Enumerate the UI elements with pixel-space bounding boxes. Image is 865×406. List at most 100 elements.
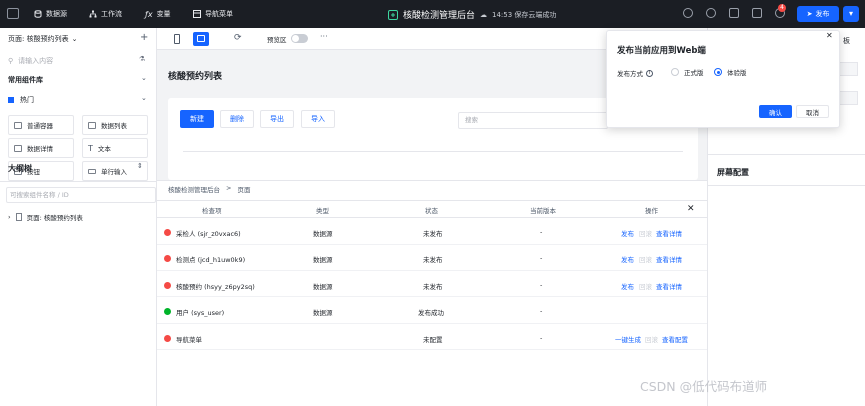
error-icon xyxy=(164,335,171,342)
chevron-down-icon[interactable]: ⌄ xyxy=(141,94,147,102)
view-detail-link[interactable]: 查看详情 xyxy=(656,281,682,291)
view-detail-link[interactable]: 查看详情 xyxy=(656,228,682,238)
menu-workflow[interactable]: 工作流 xyxy=(89,9,122,19)
save-icon[interactable] xyxy=(729,8,739,18)
chevron-down-icon[interactable]: ⌄ xyxy=(141,74,147,82)
row-status: 未发布 xyxy=(423,230,443,238)
toggle-knob xyxy=(292,35,299,42)
expand-collapse-icon[interactable]: ⇕ xyxy=(137,162,143,170)
row-name: 导航菜单 xyxy=(176,336,202,344)
hot-category[interactable]: 热门 xyxy=(8,95,34,105)
component-text[interactable]: T 文本 xyxy=(82,138,148,158)
menu-navigation[interactable]: 导航菜单 xyxy=(193,9,233,19)
breadcrumb-separator: > xyxy=(226,184,232,192)
preview-area-label: 预览区 xyxy=(267,36,287,44)
tree-item-page[interactable]: › 页面: 核酸预约列表 xyxy=(8,212,83,222)
filter-icon[interactable]: ⚗ xyxy=(139,55,145,63)
view-config-link[interactable]: 查看配置 xyxy=(662,334,688,344)
page-title: 核酸预约列表 xyxy=(168,72,223,82)
cloud-saved-icon: ☁ xyxy=(480,10,488,19)
page-selector[interactable]: 页面: 核酸预约列表 ⌄ xyxy=(8,34,77,44)
radio-trial[interactable]: 体验版 xyxy=(714,67,747,77)
header-version: 当前版本 xyxy=(530,207,556,215)
row-type: 数据源 xyxy=(313,256,333,264)
radio-official[interactable]: 正式版 xyxy=(671,67,704,77)
more-icon[interactable]: ··· xyxy=(320,32,328,41)
component-label: 文本 xyxy=(97,145,111,153)
component-label: 普通容器 xyxy=(27,122,53,130)
send-icon: ➤ xyxy=(806,10,813,18)
component-data-list[interactable]: 数据列表 xyxy=(82,115,148,135)
import-button[interactable]: 导入 xyxy=(301,110,335,128)
auto-generate-link[interactable]: 一键生成 xyxy=(615,334,641,344)
header-actions: 操作 xyxy=(645,207,658,215)
hot-category-label: 热门 xyxy=(20,96,34,104)
outline-tree-title: 大纲树 xyxy=(8,164,32,173)
publish-link[interactable]: 发布 xyxy=(621,281,634,291)
app-logo-icon[interactable] xyxy=(7,8,19,19)
radio-trial-label: 体验版 xyxy=(727,69,747,77)
close-icon[interactable]: ✕ xyxy=(826,31,833,40)
publish-link[interactable]: 发布 xyxy=(621,254,634,264)
component-search[interactable]: ⚲ 请输入内容 ⚗ xyxy=(8,54,148,68)
detail-icon xyxy=(14,144,22,152)
menu-variable[interactable]: ƒx 变量 xyxy=(145,9,171,19)
table-header-hint xyxy=(183,151,683,157)
header-check-item: 检查项 xyxy=(202,207,222,215)
rollback-link[interactable]: 回滚 xyxy=(639,254,652,264)
chevron-down-icon: ⌄ xyxy=(71,35,78,43)
row-version: - xyxy=(540,254,543,262)
help-icon[interactable] xyxy=(683,8,693,18)
row-name: 核酸预约 (hsyy_z6py2sq) xyxy=(176,283,255,291)
cancel-button[interactable]: 取消 xyxy=(796,105,829,118)
menu-datasource[interactable]: 数据源 xyxy=(34,9,67,19)
info-icon[interactable]: i xyxy=(646,69,653,77)
breadcrumb-app[interactable]: 核酸检测管理后台 xyxy=(168,184,220,194)
add-page-icon[interactable]: + xyxy=(140,32,148,43)
list-search-input[interactable]: 搜索 xyxy=(458,112,608,129)
desktop-view-button[interactable] xyxy=(193,32,209,46)
component-container[interactable]: 普通容器 xyxy=(8,115,74,135)
confirm-button[interactable]: 确认 xyxy=(759,105,792,118)
rollback-link[interactable]: 回滚 xyxy=(639,281,652,291)
component-label: 数据详情 xyxy=(27,145,53,153)
component-label: 数据列表 xyxy=(101,122,127,130)
close-icon[interactable]: ✕ xyxy=(687,204,695,214)
row-name: 采检人 (sjr_z0vxac6) xyxy=(176,230,241,238)
radio-circle-selected xyxy=(714,68,722,76)
caret-right-icon: › xyxy=(8,213,11,221)
mobile-view-button[interactable] xyxy=(169,32,185,46)
popover-title: 发布当前应用到Web端 xyxy=(617,46,706,56)
publish-more-button[interactable]: ▾ xyxy=(843,6,859,22)
new-button[interactable]: 新建 xyxy=(180,110,214,128)
refresh-icon[interactable]: ⟳ xyxy=(234,33,242,43)
search-icon: ⚲ xyxy=(8,57,14,65)
menu-variable-label: 变量 xyxy=(156,10,171,18)
publish-button[interactable]: ➤ 发布 xyxy=(797,6,839,22)
component-label: 单行输入 xyxy=(101,168,127,176)
row-version: - xyxy=(540,334,543,342)
input-icon xyxy=(88,168,96,174)
export-button[interactable]: 导出 xyxy=(260,110,294,128)
row-type: 数据源 xyxy=(313,230,333,238)
outline-search-input[interactable]: 可搜索组件名称 / ID xyxy=(6,187,156,203)
container-icon xyxy=(14,121,22,129)
rollback-link[interactable]: 回滚 xyxy=(639,228,652,238)
watermark: CSDN @低代码布道师 xyxy=(640,379,768,394)
app-title-group: 核酸检测管理后台 ☁ 14:53 保存云端成功 xyxy=(388,8,556,21)
right-panel-tab[interactable]: 板 xyxy=(843,36,850,46)
delete-button[interactable]: 删除 xyxy=(220,110,254,128)
publish-link[interactable]: 发布 xyxy=(621,228,634,238)
preview-toggle[interactable] xyxy=(291,34,308,43)
left-sidebar: 页面: 核酸预约列表 ⌄ + ⚲ 请输入内容 ⚗ 常用组件库 ⌄ 热门 ⌄ 普通… xyxy=(0,28,157,406)
component-data-detail[interactable]: 数据详情 xyxy=(8,138,74,158)
preview-icon[interactable] xyxy=(752,8,762,18)
breadcrumb-page[interactable]: 页面 xyxy=(237,184,250,194)
rollback-link[interactable]: 回滚 xyxy=(645,334,658,344)
row-name: 用户 (sys_user) xyxy=(176,309,225,317)
save-status: 14:53 保存云端成功 xyxy=(492,10,557,19)
text-icon: T xyxy=(88,143,93,153)
history-icon[interactable] xyxy=(706,8,716,18)
view-detail-link[interactable]: 查看详情 xyxy=(656,254,682,264)
topbar-actions xyxy=(683,8,785,18)
